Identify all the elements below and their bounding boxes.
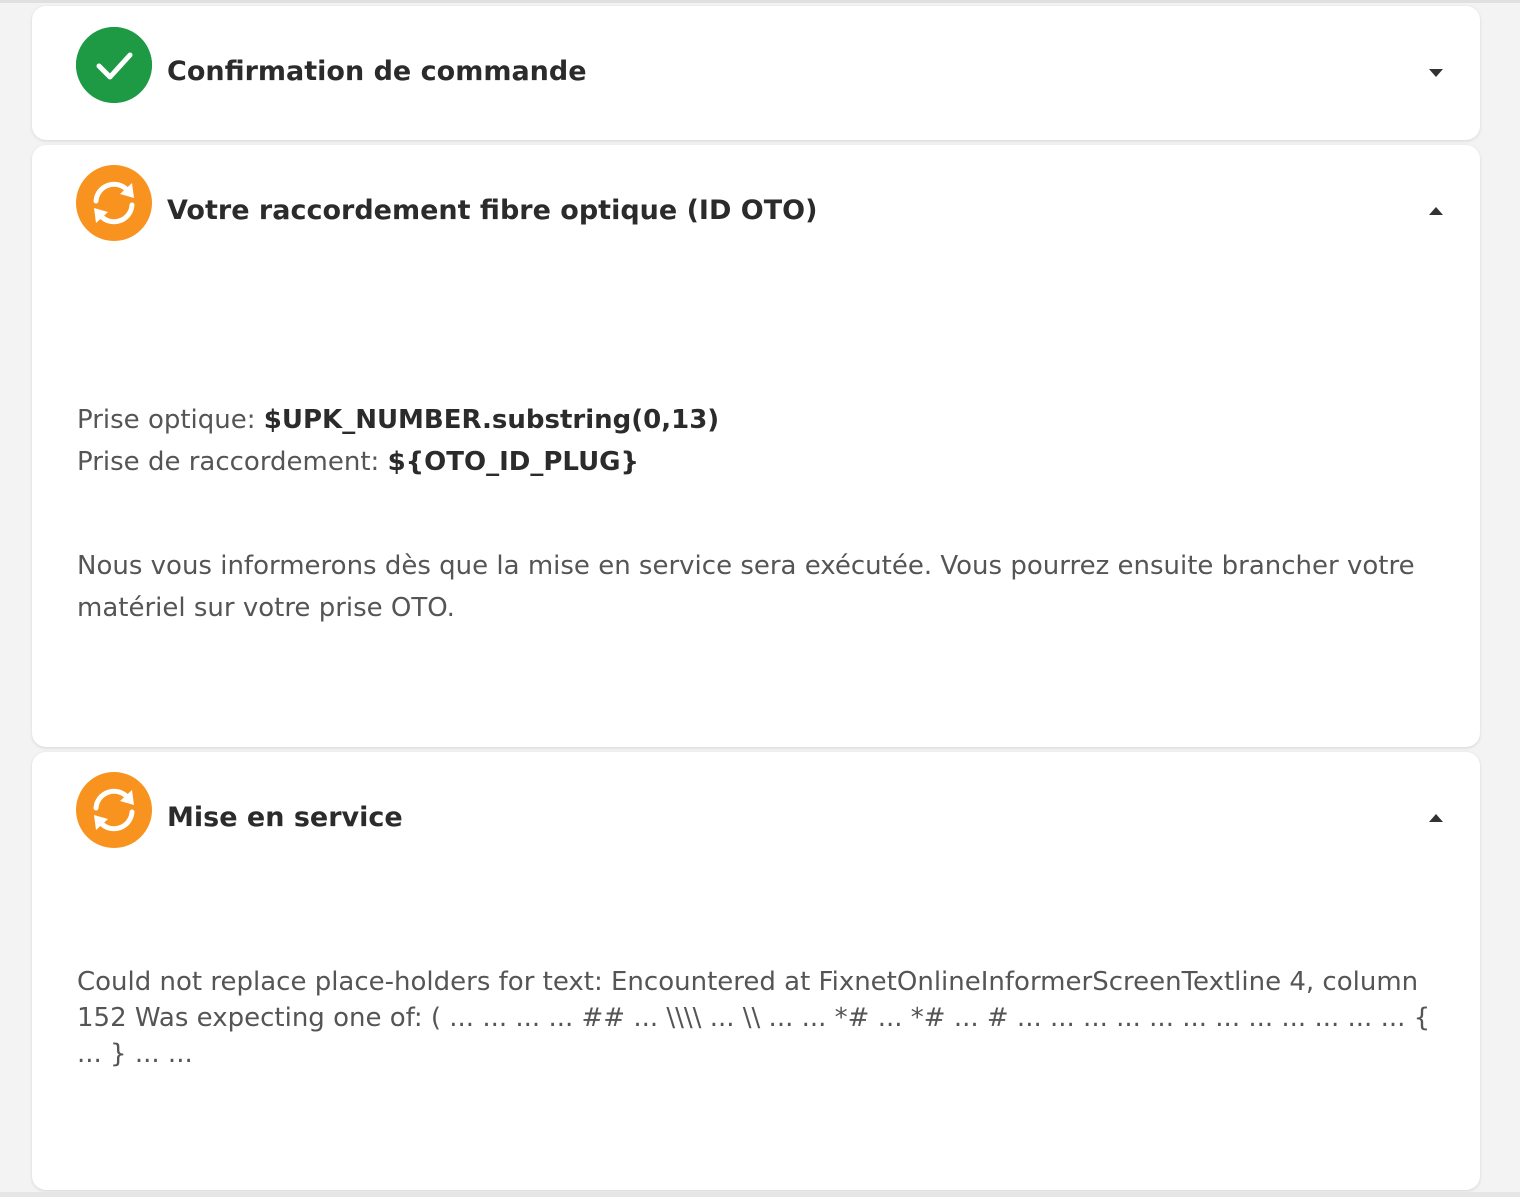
chevron-up-icon[interactable] xyxy=(1428,206,1444,216)
bottom-divider xyxy=(0,1192,1520,1197)
placeholder-error-text: Could not replace place-holders for text… xyxy=(77,967,1431,1069)
prise-raccordement-label: Prise de raccordement: xyxy=(77,447,388,477)
fiber-details: Prise optique: $UPK_NUMBER.substring(0,1… xyxy=(77,399,1447,483)
prise-raccordement-line: Prise de raccordement: ${OTO_ID_PLUG} xyxy=(77,441,1447,483)
service-info-text: Nous vous informerons dès que la mise en… xyxy=(77,551,1415,623)
section-order-confirmation[interactable]: Confirmation de commande xyxy=(32,6,1480,140)
prise-optique-value: $UPK_NUMBER.substring(0,13) xyxy=(263,405,720,435)
section-fiber-connection[interactable]: Votre raccordement fibre optique (ID OTO… xyxy=(32,145,1480,747)
section-title: Votre raccordement fibre optique (ID OTO… xyxy=(167,195,818,226)
check-icon xyxy=(76,27,152,103)
sync-icon xyxy=(76,772,152,848)
sync-icon xyxy=(76,165,152,241)
chevron-down-icon[interactable] xyxy=(1428,68,1444,78)
chevron-up-icon[interactable] xyxy=(1428,813,1444,823)
prise-optique-label: Prise optique: xyxy=(77,405,264,435)
order-status-page: Confirmation de commande Votre raccordem… xyxy=(0,0,1520,1197)
section-title: Confirmation de commande xyxy=(167,56,587,87)
prise-raccordement-value: ${OTO_ID_PLUG} xyxy=(387,447,640,477)
section-title: Mise en service xyxy=(167,802,403,833)
prise-optique-line: Prise optique: $UPK_NUMBER.substring(0,1… xyxy=(77,399,1447,441)
top-divider xyxy=(0,0,1520,3)
section-service-activation[interactable]: Mise en service Could not replace place-… xyxy=(32,752,1480,1190)
